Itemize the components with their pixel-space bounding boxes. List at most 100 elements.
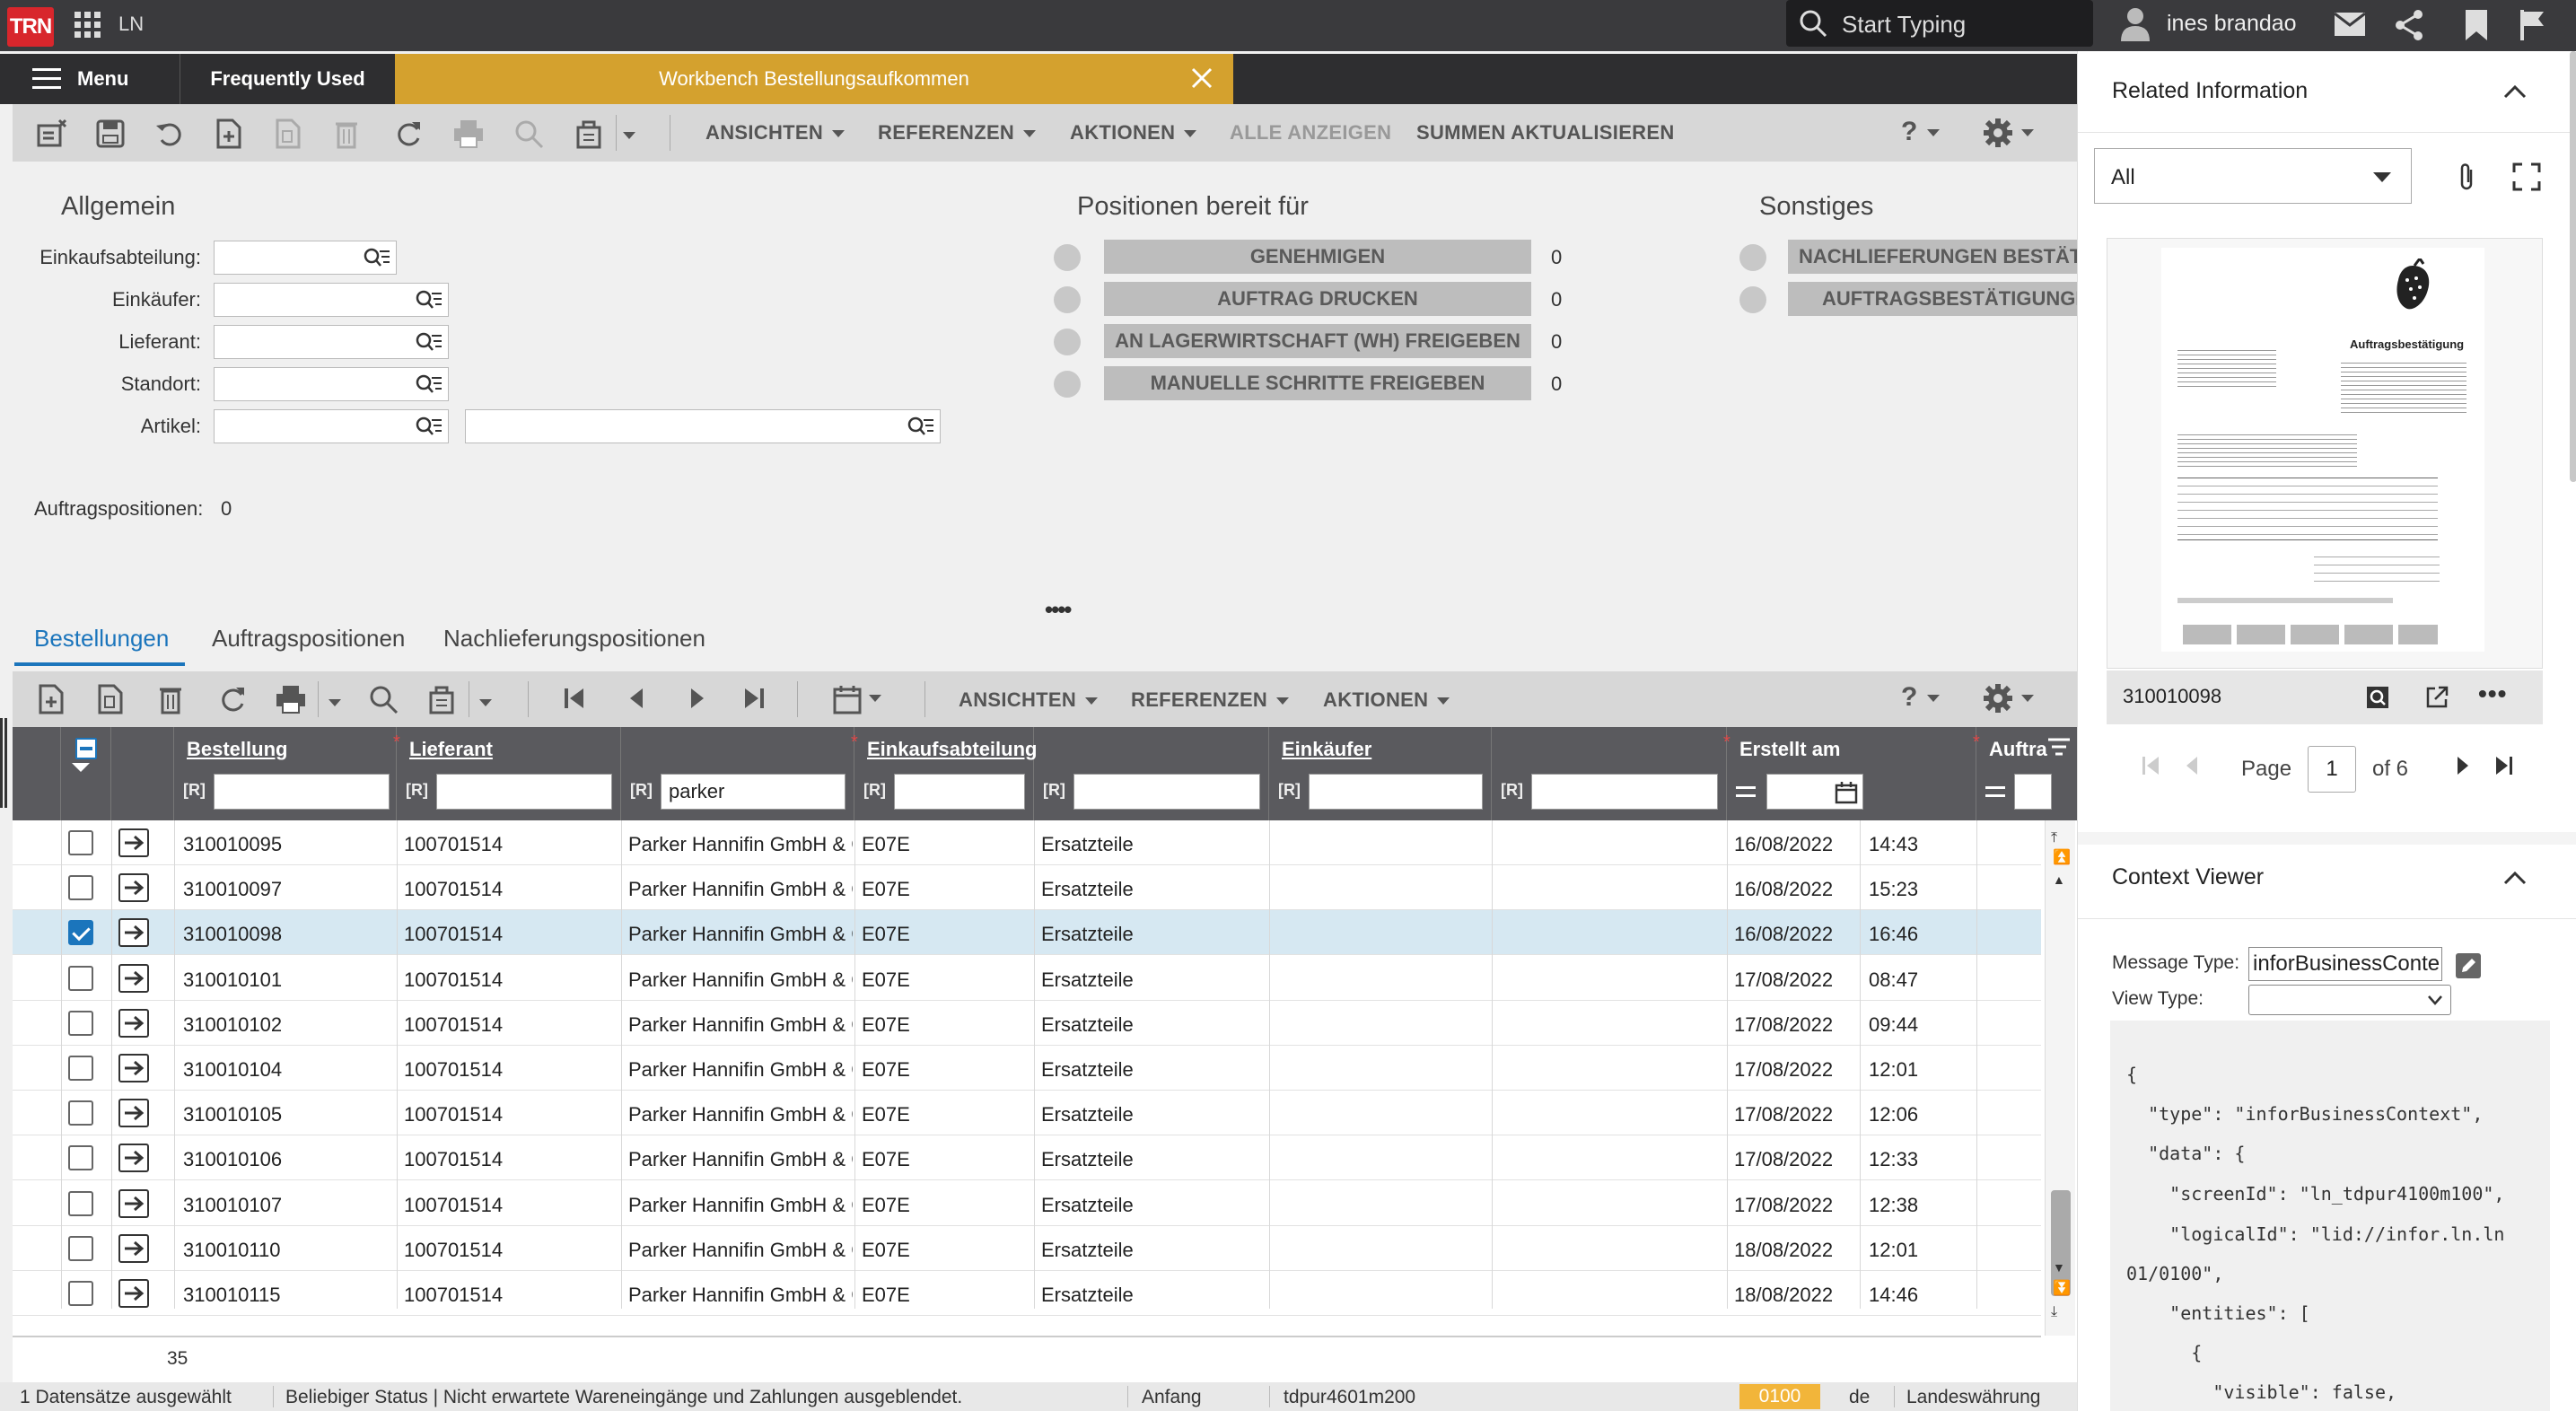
scroll-top-icon[interactable]: ⤒ — [2051, 831, 2057, 846]
supplier-input[interactable] — [214, 325, 449, 359]
table-row[interactable]: 310010105 100701514 Parker Hannifin GmbH &… — [13, 1091, 2041, 1136]
row-checkbox[interactable] — [68, 1010, 93, 1036]
confirm-backorders-button[interactable]: NACHLIEFERUNGEN BESTÄTI — [1788, 240, 2077, 274]
splitter-handle[interactable]: •••• — [1045, 596, 1072, 624]
release-warehouse-button[interactable]: AN LAGERWIRTSCHAFT (WH) FREIGEBEN — [1104, 324, 1531, 358]
paperclip-icon[interactable] — [2457, 162, 2476, 191]
table-row[interactable]: 310010098 100701514 Parker Hannifin GmbH &… — [13, 910, 2041, 956]
refresh-icon[interactable] — [393, 118, 424, 153]
open-record-icon[interactable] — [118, 1008, 149, 1038]
view-type-select[interactable] — [2248, 985, 2451, 1015]
frequently-used-tab[interactable]: Frequently Used — [180, 54, 395, 104]
open-record-icon[interactable] — [118, 918, 149, 948]
filter-supplier-input[interactable] — [436, 774, 612, 810]
lookup-icon[interactable] — [416, 416, 442, 438]
next-record-icon[interactable] — [684, 686, 709, 715]
lookup-icon[interactable] — [364, 248, 390, 269]
col-dept-name[interactable]: [R] — [1034, 727, 1269, 820]
chevron-up-icon[interactable] — [2503, 83, 2527, 100]
app-logo[interactable]: TRN — [7, 7, 54, 47]
app-launcher-icon[interactable] — [74, 11, 102, 44]
scroll-bottom-icon[interactable]: ⤓ — [2051, 1305, 2057, 1319]
filter-range-tag[interactable]: [R] — [1501, 781, 1523, 800]
col-order-title[interactable]: Bestellung — [187, 738, 287, 761]
row-checkbox[interactable] — [68, 830, 93, 855]
grid-scrollbar[interactable]: ⤒ ⏫ ▲ ▼ ⏬ ⤓ — [2045, 820, 2075, 1336]
user-icon[interactable] — [2120, 7, 2151, 46]
filter-range-tag[interactable]: [R] — [630, 781, 653, 800]
filter-range-tag[interactable]: [R] — [1278, 781, 1301, 800]
settings-menu[interactable] — [1982, 117, 2034, 153]
col-created-title[interactable]: Erstellt am — [1739, 738, 1841, 761]
copy-record-icon[interactable] — [275, 118, 302, 153]
panel-scrollbar[interactable] — [2570, 51, 2576, 482]
views-menu[interactable]: ANSICHTEN — [705, 121, 846, 145]
actions-menu[interactable]: AKTIONEN — [1070, 121, 1197, 145]
flag-icon[interactable] — [2519, 9, 2545, 46]
menu-button[interactable]: Menu — [0, 54, 180, 104]
calendar-icon[interactable] — [833, 684, 881, 719]
new-record-icon[interactable] — [215, 118, 242, 153]
first-page-icon[interactable] — [2141, 755, 2160, 776]
chevron-down-icon[interactable] — [479, 695, 492, 711]
col-supplier[interactable]: * Lieferant [R] — [393, 727, 621, 820]
attachment-icon[interactable] — [427, 684, 458, 719]
site-input[interactable] — [214, 367, 449, 401]
open-record-icon[interactable] — [118, 1233, 149, 1263]
lookup-icon[interactable] — [907, 416, 934, 438]
row-checkbox[interactable] — [68, 1100, 93, 1126]
scroll-page-up-icon[interactable]: ⏫ — [2053, 851, 2071, 865]
release-manual-steps-button[interactable]: MANUELLE SCHRITTE FREIGEBEN — [1104, 366, 1531, 400]
order-confirmations-button[interactable]: AUFTRAGSBESTÄTIGUNGE — [1788, 282, 2077, 316]
last-record-icon[interactable] — [741, 686, 767, 715]
mail-icon[interactable] — [2334, 11, 2366, 42]
table-row[interactable]: 310010095 100701514 Parker Hannifin GmbH &… — [13, 820, 2041, 865]
preview-icon[interactable] — [2365, 685, 2390, 710]
next-page-icon[interactable] — [2455, 755, 2471, 776]
open-record-icon[interactable] — [118, 1144, 149, 1173]
grid-help-menu[interactable]: ? — [1901, 682, 1940, 713]
lookup-icon[interactable] — [416, 374, 442, 396]
zoom-icon[interactable] — [368, 684, 399, 719]
last-page-icon[interactable] — [2494, 755, 2514, 776]
filter-dept-input[interactable] — [894, 774, 1025, 810]
tab-order-lines[interactable]: Auftragspositionen — [212, 625, 405, 653]
open-record-icon[interactable] — [118, 1054, 149, 1082]
row-checkbox[interactable] — [68, 1281, 93, 1306]
page-number-input[interactable]: 1 — [2308, 746, 2356, 793]
purchase-dept-input[interactable] — [214, 241, 397, 275]
row-checkbox[interactable] — [68, 965, 93, 991]
document-preview[interactable]: Auftragsbestätigung — [2107, 238, 2543, 669]
refresh-icon[interactable] — [217, 684, 248, 719]
lookup-icon[interactable] — [416, 332, 442, 354]
col-created[interactable]: * Erstellt am — [1723, 727, 1976, 820]
more-options-icon[interactable]: ••• — [2478, 679, 2507, 708]
scroll-down-icon[interactable]: ▼ — [2053, 1260, 2065, 1275]
filter-dept-name-input[interactable] — [1073, 774, 1260, 810]
grid-references-menu[interactable]: REFERENZEN — [1131, 688, 1290, 712]
new-group-icon[interactable] — [36, 118, 67, 153]
chevron-down-icon[interactable] — [72, 763, 90, 772]
undo-icon[interactable] — [154, 118, 185, 153]
col-buyer-title[interactable]: Einkäufer — [1282, 738, 1371, 761]
equals-operator-icon[interactable] — [1985, 786, 2005, 797]
table-row[interactable]: 310010110 100701514 Parker Hannifin GmbH &… — [13, 1226, 2041, 1271]
table-row[interactable]: 310010107 100701514 Parker Hannifin GmbH &… — [13, 1181, 2041, 1226]
open-record-icon[interactable] — [118, 873, 149, 903]
col-supplier-title[interactable]: Lieferant — [409, 738, 493, 761]
calendar-icon[interactable] — [1835, 781, 1858, 804]
filter-order-input[interactable] — [214, 774, 390, 810]
edit-icon[interactable] — [2455, 952, 2482, 979]
grid-settings-menu[interactable] — [1982, 682, 2034, 719]
filter-icon[interactable] — [2046, 736, 2072, 761]
filter-range-tag[interactable]: [R] — [183, 781, 206, 800]
equals-operator-icon[interactable] — [1736, 786, 1756, 797]
filter-range-tag[interactable]: [R] — [863, 781, 886, 800]
print-icon[interactable] — [452, 118, 485, 153]
approve-button[interactable]: GENEHMIGEN — [1104, 240, 1531, 274]
table-row[interactable]: 310010104 100701514 Parker Hannifin GmbH &… — [13, 1046, 2041, 1091]
first-record-icon[interactable] — [562, 686, 587, 715]
col-buyer[interactable]: Einkäufer [R] — [1269, 727, 1492, 820]
open-record-icon[interactable] — [118, 963, 149, 993]
table-row[interactable]: 310010102 100701514 Parker Hannifin GmbH &… — [13, 1001, 2041, 1046]
